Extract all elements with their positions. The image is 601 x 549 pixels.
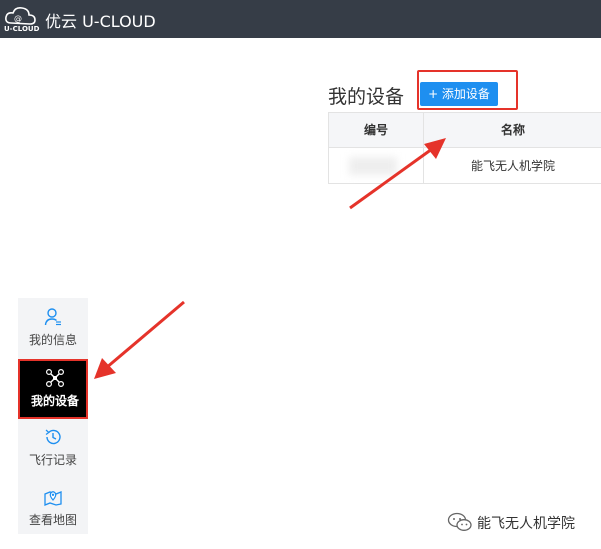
history-icon — [45, 429, 61, 445]
map-icon — [44, 491, 62, 506]
sidebar-item-flight-records[interactable]: 飞行记录 — [18, 418, 88, 478]
sidebar-item-view-map[interactable]: 查看地图 — [18, 478, 88, 538]
page-title: 我的设备 — [328, 86, 405, 108]
add-device-button[interactable]: + 添加设备 — [420, 82, 498, 106]
logo-text: U-CLOUD — [4, 25, 40, 33]
sidebar-item-my-info[interactable]: 我的信息 — [18, 298, 88, 358]
sidebar-item-label: 我的信息 — [28, 333, 77, 347]
sidebar-item-label: 我的设备 — [30, 394, 79, 408]
column-header-name: 名称 — [500, 123, 525, 137]
watermark-text: 能飞无人机学院 — [477, 516, 575, 532]
column-header-id: 编号 — [329, 113, 424, 148]
top-bar: @ U-CLOUD 优云 U-CLOUD — [0, 0, 601, 38]
sidebar-item-label: 查看地图 — [28, 513, 77, 527]
app-title: 优云 U-CLOUD — [45, 12, 156, 31]
sidebar: 我的信息 我的设备 飞行记录 查看地图 — [18, 298, 88, 534]
wechat-icon — [447, 512, 472, 531]
redacted-id — [349, 157, 397, 175]
arrow-to-sidebar-item — [94, 300, 185, 379]
svg-text:@: @ — [14, 14, 22, 23]
table-header: 编号 名称 — [329, 113, 601, 148]
table-row[interactable]: 能飞无人机学院 — [329, 148, 601, 184]
device-name-cell: 能飞无人机学院 — [470, 159, 555, 173]
drone-icon — [46, 369, 64, 387]
sidebar-item-my-devices[interactable]: 我的设备 — [18, 359, 88, 419]
user-icon — [44, 308, 61, 326]
device-table: 编号 名称 能飞无人机学院 — [328, 112, 601, 184]
sidebar-item-label: 飞行记录 — [28, 453, 77, 467]
device-id-cell — [329, 148, 424, 184]
